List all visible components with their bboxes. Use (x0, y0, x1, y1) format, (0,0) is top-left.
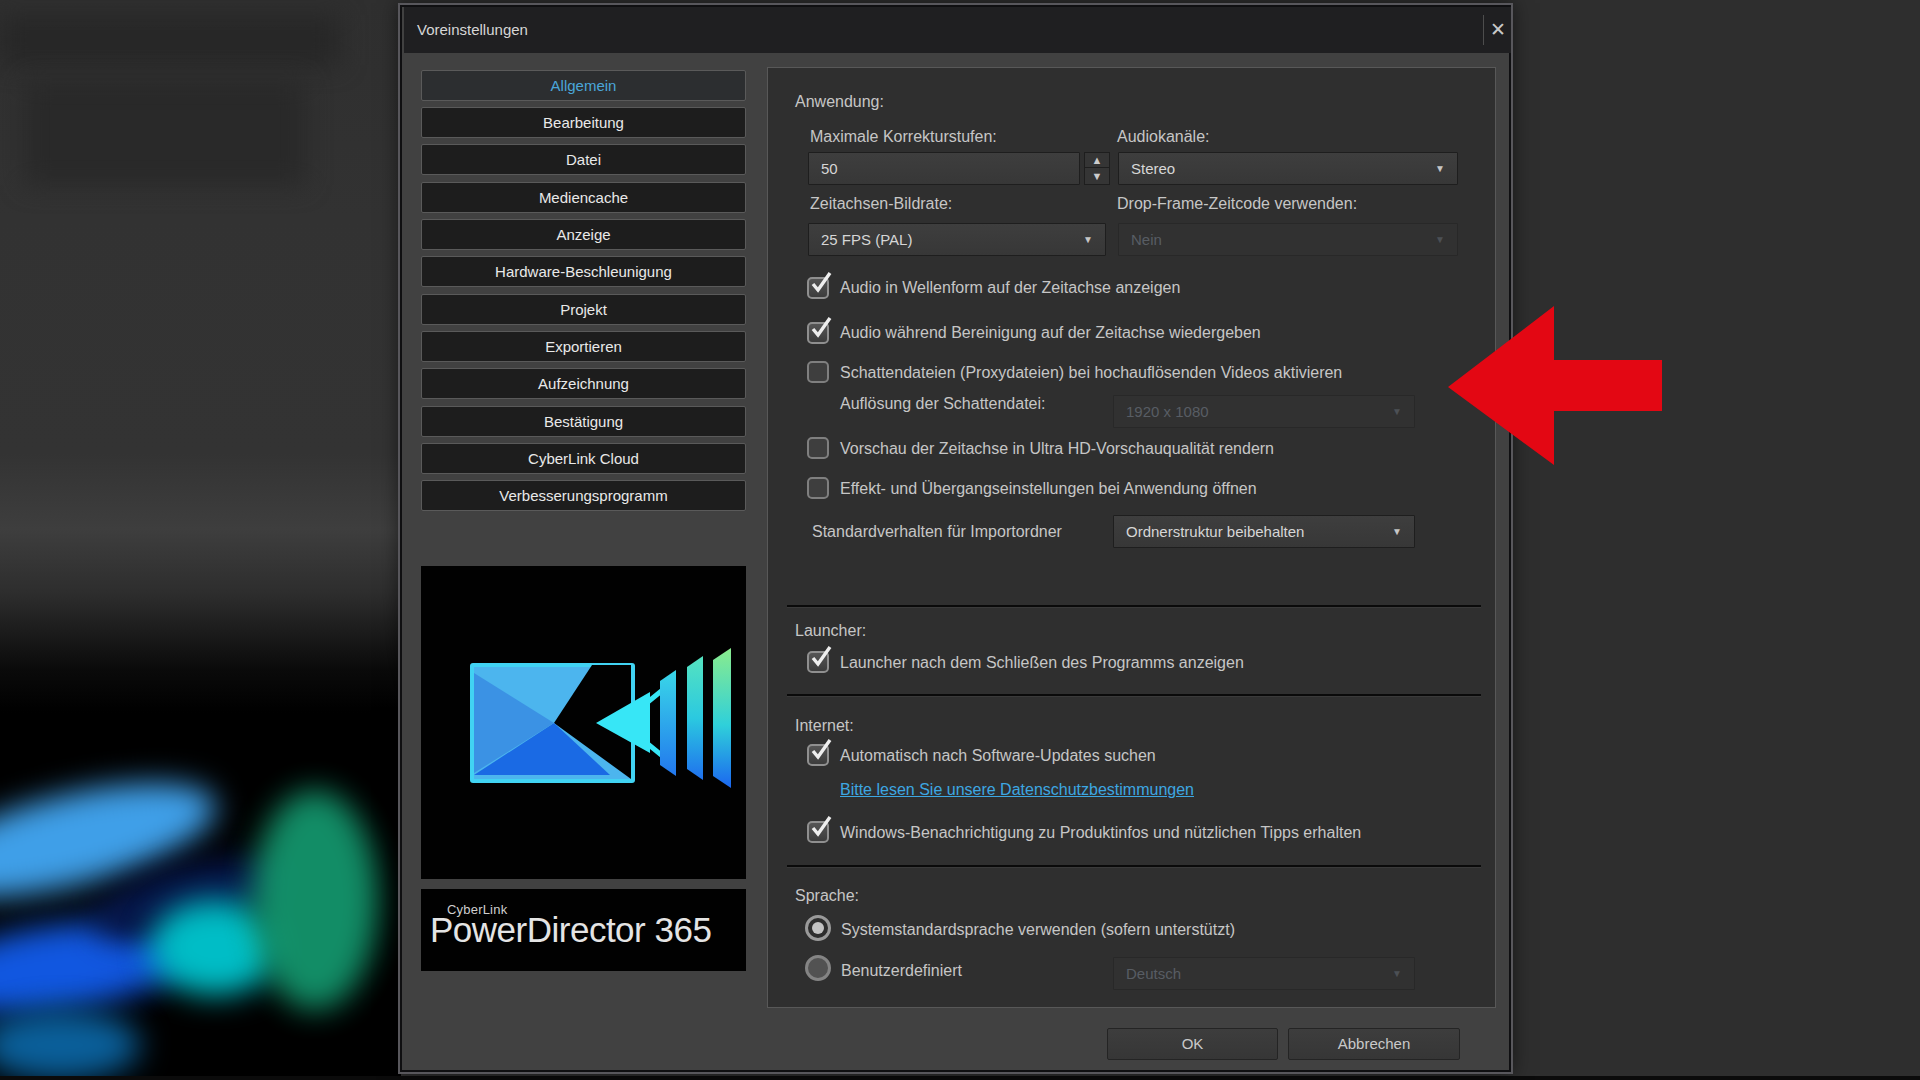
sidebar-tab-mediencache[interactable]: Mediencache (421, 182, 746, 213)
dropdown-arrow-icon: ▼ (1392, 958, 1402, 989)
close-icon[interactable]: ✕ (1486, 16, 1510, 44)
aufloesung-dropdown: 1920 x 1080 ▼ (1113, 395, 1415, 428)
label-aufloesung: Auflösung der Schattendatei: (840, 394, 1045, 414)
bildrate-value: 25 FPS (PAL) (821, 224, 912, 255)
checkbox-software-updates[interactable] (807, 744, 829, 766)
section-sprache: Sprache: (795, 887, 859, 905)
label-software-updates: Automatisch nach Software-Updates suchen (840, 746, 1156, 766)
label-effekt-einstellungen: Effekt- und Übergangseinstellungen bei A… (840, 479, 1257, 499)
label-importordner: Standardverhalten für Importordner (812, 523, 1062, 541)
label-audio-wellenform: Audio in Wellenform auf der Zeitachse an… (840, 278, 1180, 298)
label-windows-benachrichtigung: Windows-Benachrichtigung zu Produktinfos… (840, 823, 1361, 843)
divider-sprache (787, 865, 1481, 867)
product-logo (421, 566, 746, 879)
stepper-up-icon[interactable]: ▲ (1085, 153, 1109, 168)
section-internet: Internet: (795, 717, 854, 735)
label-schattendateien: Schattendateien (Proxydateien) bei hocha… (840, 363, 1342, 383)
ok-button[interactable]: OK (1107, 1028, 1278, 1060)
dropdown-arrow-icon: ▼ (1435, 224, 1445, 255)
checkbox-audio-wellenform[interactable] (807, 277, 829, 299)
sidebar-tab-bestaetigung[interactable]: Bestätigung (421, 406, 746, 437)
section-launcher: Launcher: (795, 622, 866, 640)
audiokanaele-value: Stereo (1131, 153, 1175, 184)
powerdirector-icon (421, 566, 746, 879)
label-dropframe: Drop-Frame-Zeitcode verwenden: (1117, 195, 1357, 213)
sprache-value: Deutsch (1126, 958, 1181, 989)
radio-benutzerdefiniert[interactable] (805, 955, 831, 981)
dropdown-arrow-icon: ▼ (1435, 153, 1445, 184)
dialog-titlebar[interactable] (404, 7, 1511, 53)
label-audio-bereinigung: Audio während Bereinigung auf der Zeitac… (840, 323, 1261, 343)
cancel-button[interactable]: Abbrechen (1288, 1028, 1460, 1060)
divider-internet (787, 694, 1481, 696)
privacy-policy-link[interactable]: Bitte lesen Sie unsere Datenschutzbestim… (840, 781, 1194, 799)
importordner-dropdown[interactable]: Ordnerstruktur beibehalten ▼ (1113, 515, 1415, 548)
sprache-dropdown: Deutsch ▼ (1113, 957, 1415, 990)
bildrate-dropdown[interactable]: 25 FPS (PAL) ▼ (808, 223, 1106, 256)
dialog-title: Voreinstellungen (417, 7, 528, 53)
titlebar-separator (1483, 15, 1484, 45)
brand-product: PowerDirector 365 (430, 910, 711, 950)
dropframe-dropdown: Nein ▼ (1118, 223, 1458, 256)
audiokanaele-dropdown[interactable]: Stereo ▼ (1118, 152, 1458, 185)
label-systemsprache: Systemstandardsprache verwenden (sofern … (841, 920, 1235, 940)
radio-systemsprache[interactable] (805, 915, 831, 941)
sidebar-tab-verbesserungsprogramm[interactable]: Verbesserungsprogramm (421, 480, 746, 511)
label-benutzerdefiniert: Benutzerdefiniert (841, 961, 962, 981)
sidebar-tab-anzeige[interactable]: Anzeige (421, 219, 746, 250)
dropdown-arrow-icon: ▼ (1392, 396, 1402, 427)
sidebar-tab-cyberlink-cloud[interactable]: CyberLink Cloud (421, 443, 746, 474)
label-launcher: Launcher nach dem Schließen des Programm… (840, 653, 1244, 673)
aufloesung-value: 1920 x 1080 (1126, 396, 1209, 427)
checkbox-launcher[interactable] (807, 651, 829, 673)
label-max-korrekturstufen: Maximale Korrekturstufen: (810, 128, 997, 146)
product-name-box: CyberLink PowerDirector 365 (421, 889, 746, 971)
label-vorschau-uhd: Vorschau der Zeitachse in Ultra HD-Vorsc… (840, 439, 1274, 459)
max-korrekturstufen-stepper[interactable]: ▲ ▼ (1084, 152, 1110, 185)
max-korrekturstufen-value: 50 (821, 153, 838, 184)
checkbox-effekt-einstellungen[interactable] (807, 477, 829, 499)
checkbox-vorschau-uhd[interactable] (807, 437, 829, 459)
sidebar-tab-exportieren[interactable]: Exportieren (421, 331, 746, 362)
max-korrekturstufen-input[interactable]: 50 (808, 152, 1080, 185)
section-anwendung: Anwendung: (795, 93, 884, 111)
dropdown-arrow-icon: ▼ (1083, 224, 1093, 255)
checkbox-audio-bereinigung[interactable] (807, 322, 829, 344)
radio-dot (812, 922, 824, 934)
label-audiokanaele: Audiokanäle: (1117, 128, 1210, 146)
stepper-down-icon[interactable]: ▼ (1085, 169, 1109, 184)
sidebar-tab-allgemein[interactable]: Allgemein (421, 70, 746, 101)
importordner-value: Ordnerstruktur beibehalten (1126, 516, 1304, 547)
sidebar-tab-hardware[interactable]: Hardware-Beschleunigung (421, 256, 746, 287)
sidebar-tab-projekt[interactable]: Projekt (421, 294, 746, 325)
preferences-dialog: Voreinstellungen ✕ Allgemein Bearbeitung… (0, 0, 1920, 1080)
divider-launcher (787, 605, 1481, 607)
annotation-arrow-left (1446, 302, 1666, 470)
checkbox-windows-benachrichtigung[interactable] (807, 821, 829, 843)
sidebar-tab-bearbeitung[interactable]: Bearbeitung (421, 107, 746, 138)
checkbox-schattendateien[interactable] (807, 361, 829, 383)
sidebar-tab-datei[interactable]: Datei (421, 144, 746, 175)
dropdown-arrow-icon: ▼ (1392, 516, 1402, 547)
sidebar-tab-aufzeichnung[interactable]: Aufzeichnung (421, 368, 746, 399)
label-zeitachsen-bildrate: Zeitachsen-Bildrate: (810, 195, 952, 213)
dropframe-value: Nein (1131, 224, 1162, 255)
